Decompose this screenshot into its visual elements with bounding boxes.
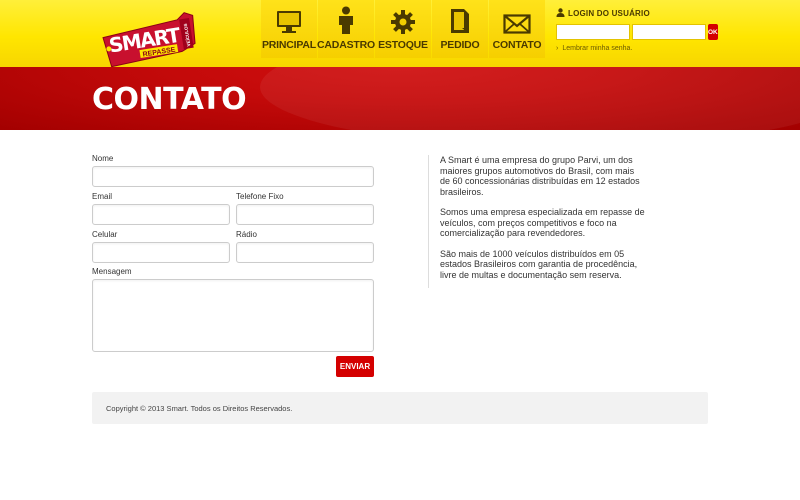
envelope-icon [503,14,531,34]
page-banner: CONTATO [0,67,800,130]
mensagem-label: Mensagem [92,267,132,276]
document-icon [451,9,469,33]
about-paragraph-3: São mais de 1000 veículos distribuídos e… [440,248,638,280]
smart-repasse-logo[interactable]: SMART REPASSE VEÍCULOS [98,10,206,70]
email-label: Email [92,192,113,201]
monitor-icon [277,11,301,33]
login-ok-button[interactable]: OK [708,24,718,40]
email-input[interactable] [92,204,230,225]
nav-label-cadastro: CADASTRO [317,39,375,51]
radio-label: Rádio [236,230,257,239]
radio-field-group: Rádio [236,230,374,263]
nav-item-estoque[interactable]: ESTOQUE [375,0,431,58]
celular-input[interactable] [92,242,230,263]
nav-label-pedido: PEDIDO [440,39,480,51]
chevron-right-icon: › [556,45,559,52]
login-box: LOGIN DO USUÁRIO OK › Lembrar minha senh… [556,8,718,52]
login-title-text: LOGIN DO USUÁRIO [568,9,650,18]
nav-item-contato[interactable]: CONTATO [489,0,545,58]
copyright-text: Copyright © 2013 Smart. Todos os Direito… [106,404,293,413]
nav-item-principal[interactable]: PRINCIPAL [261,0,317,58]
nav-label-estoque: ESTOQUE [378,39,428,51]
login-title: LOGIN DO USUÁRIO [556,8,716,19]
nome-input[interactable] [92,166,374,187]
mensagem-field-group: Mensagem [92,267,374,357]
email-field-group: Email [92,192,230,225]
main-nav: PRINCIPAL CADASTRO ESTOQUE PEDIDO CONTAT… [261,0,546,58]
nav-label-principal: PRINCIPAL [261,39,316,51]
send-button[interactable]: ENVIAR [336,356,374,377]
nav-item-pedido[interactable]: PEDIDO [432,0,488,58]
about-text: A Smart é uma empresa do grupo Parvi, um… [440,155,645,290]
nav-label-contato: CONTATO [492,39,542,51]
about-paragraph-2: Somos uma empresa especializada em repas… [440,207,645,238]
site-header: SMART REPASSE VEÍCULOS PRINCIPAL CADASTR… [0,0,800,70]
banner-decoration [260,67,800,130]
telefone-field-group: Telefone Fixo [236,192,374,225]
vertical-divider [428,155,429,288]
nav-item-cadastro[interactable]: CADASTRO [317,0,375,58]
about-paragraph-1: A Smart é uma empresa do grupo Parvi, um… [440,155,640,197]
login-user-input[interactable] [556,24,630,40]
page-title: CONTATO [92,82,247,117]
login-row: OK [556,24,718,40]
remember-password-link[interactable]: › Lembrar minha senha. [556,45,716,52]
radio-input[interactable] [236,242,374,263]
telefone-label: Telefone Fixo [236,192,284,201]
celular-label: Celular [92,230,118,239]
gear-icon [391,10,415,34]
telefone-input[interactable] [236,204,374,225]
remember-password-label: Lembrar minha senha. [562,45,633,52]
nome-label: Nome [92,154,114,163]
mensagem-textarea[interactable] [92,279,374,352]
user-icon [556,8,565,19]
site-footer: Copyright © 2013 Smart. Todos os Direito… [92,392,708,424]
login-password-input[interactable] [632,24,706,40]
person-icon [339,6,353,34]
nome-field-group: Nome [92,154,374,187]
celular-field-group: Celular [92,230,230,263]
